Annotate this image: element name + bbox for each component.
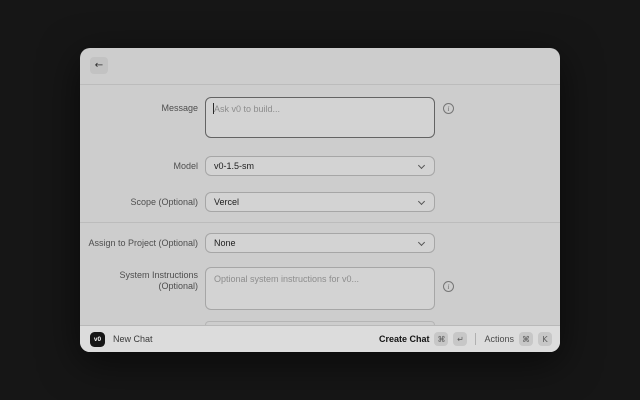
command-title: New Chat bbox=[113, 334, 153, 344]
new-chat-window: ← Message i Model v0-1.5-sm Scope (Optio… bbox=[80, 48, 560, 352]
text-cursor bbox=[213, 103, 214, 114]
back-button[interactable]: ← bbox=[90, 57, 108, 74]
message-field[interactable] bbox=[205, 97, 435, 138]
window-footer: v0 New Chat Create Chat ⌘ ↵ Actions ⌘ K bbox=[80, 325, 560, 352]
scope-dropdown[interactable]: Vercel bbox=[205, 192, 435, 212]
project-label: Assign to Project (Optional) bbox=[88, 238, 198, 249]
model-dropdown[interactable]: v0-1.5-sm bbox=[205, 156, 435, 176]
cmd-key-icon: ⌘ bbox=[519, 332, 533, 346]
create-chat-button[interactable]: Create Chat bbox=[379, 334, 430, 344]
chevron-down-icon bbox=[419, 163, 425, 169]
model-value: v0-1.5-sm bbox=[206, 161, 419, 171]
message-input[interactable] bbox=[206, 98, 434, 137]
system-instructions-info-icon[interactable]: i bbox=[443, 281, 454, 292]
chevron-down-icon bbox=[419, 240, 425, 246]
back-arrow-icon: ← bbox=[95, 60, 103, 71]
system-instructions-input[interactable] bbox=[206, 268, 434, 309]
scope-label: Scope (Optional) bbox=[88, 197, 198, 208]
message-label: Message bbox=[88, 103, 198, 114]
project-dropdown[interactable]: None bbox=[205, 233, 435, 253]
v0-logo-icon: v0 bbox=[90, 332, 105, 347]
section-divider bbox=[80, 222, 560, 223]
k-key-icon: K bbox=[538, 332, 552, 346]
model-label: Model bbox=[88, 161, 198, 172]
footer-divider bbox=[475, 333, 476, 345]
scope-value: Vercel bbox=[206, 197, 419, 207]
system-instructions-label: System Instructions (Optional) bbox=[88, 270, 198, 292]
window-header: ← bbox=[80, 48, 560, 85]
project-value: None bbox=[206, 238, 419, 248]
cmd-key-icon: ⌘ bbox=[434, 332, 448, 346]
message-info-icon[interactable]: i bbox=[443, 103, 454, 114]
actions-button[interactable]: Actions bbox=[484, 334, 514, 344]
chevron-down-icon bbox=[419, 199, 425, 205]
system-instructions-field[interactable] bbox=[205, 267, 435, 310]
enter-key-icon: ↵ bbox=[453, 332, 467, 346]
